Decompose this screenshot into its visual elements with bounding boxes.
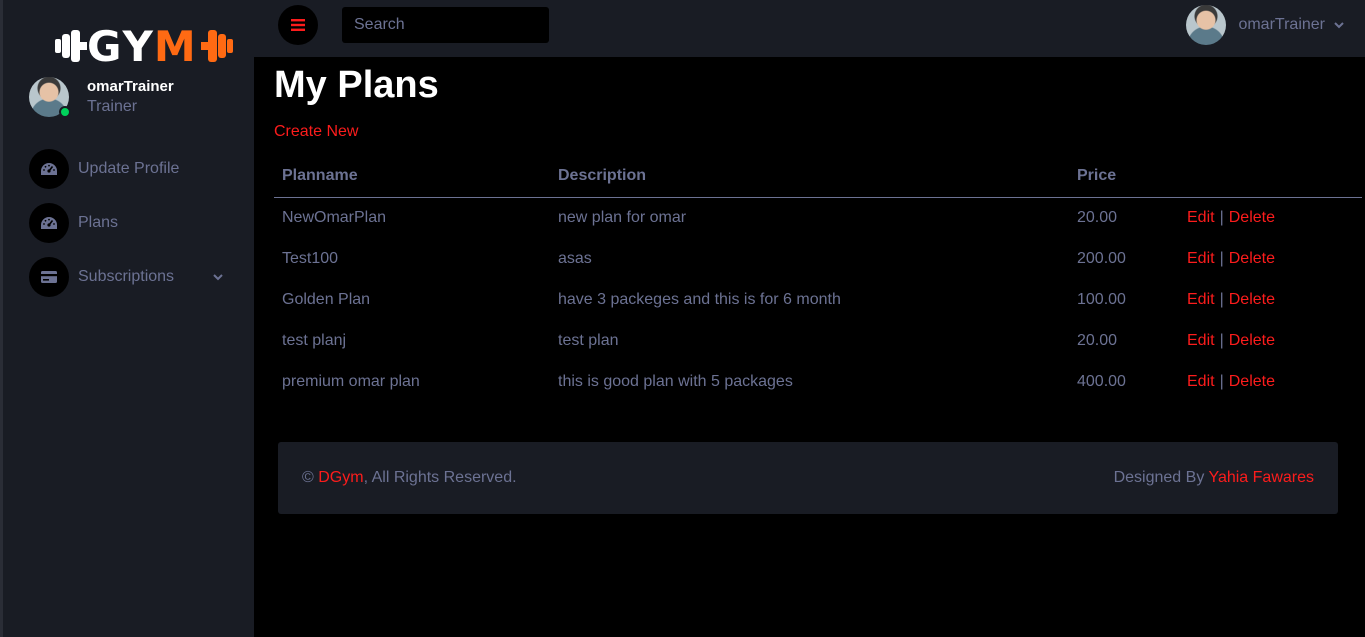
plan-description-cell: test plan (558, 331, 619, 349)
table-row: Golden Plan have 3 packeges and this is … (274, 279, 1362, 320)
delete-link[interactable]: Delete (1229, 373, 1275, 390)
sidebar: GYM omarTrainer Trainer Update Profile P… (0, 0, 254, 637)
copyright-symbol: © (302, 469, 314, 486)
column-header-actions (1179, 165, 1362, 198)
table-header-row: Planname Description Price (274, 165, 1362, 198)
plan-price-cell: 20.00 (1077, 208, 1118, 226)
plan-actions-cell: Edit | Delete (1179, 320, 1362, 361)
action-separator: | (1219, 249, 1224, 267)
chevron-down-icon (1334, 22, 1344, 29)
plan-name-cell: NewOmarPlan (282, 208, 387, 226)
action-separator: | (1219, 208, 1224, 226)
delete-link[interactable]: Delete (1229, 250, 1275, 267)
column-header-description: Description (550, 165, 1069, 198)
profile-name: omarTrainer (87, 78, 174, 95)
plan-name-cell: test planj (282, 331, 347, 349)
delete-link[interactable]: Delete (1229, 209, 1275, 226)
plan-price-cell: 200.00 (1077, 249, 1126, 267)
edit-link[interactable]: Edit (1187, 250, 1215, 267)
footer-designed-by-text: Designed By (1113, 469, 1205, 486)
sidebar-item-subscriptions[interactable]: Subscriptions (29, 256, 239, 298)
table-row: test planj test plan 20.00 Edit | Delete (274, 320, 1362, 361)
delete-link[interactable]: Delete (1229, 291, 1275, 308)
sidebar-item-plans[interactable]: Plans (29, 202, 239, 244)
plan-actions-cell: Edit | Delete (1179, 279, 1362, 320)
plan-name-cell: Golden Plan (282, 290, 371, 308)
credit-card-icon (29, 257, 69, 297)
plan-actions-cell: Edit | Delete (1179, 197, 1362, 238)
top-navbar: omarTrainer (254, 0, 1365, 57)
plans-table: Planname Description Price NewOmarPlan n… (274, 165, 1362, 402)
profile-role: Trainer (87, 98, 138, 115)
column-header-price: Price (1069, 165, 1179, 198)
avatar (1186, 5, 1227, 45)
sidebar-nav: Update Profile Plans Subscriptions (29, 148, 239, 310)
sidebar-item-label: Subscriptions (78, 268, 175, 285)
plan-price-cell: 400.00 (1077, 372, 1126, 390)
plan-price-cell: 20.00 (1077, 331, 1118, 349)
page-title: My Plans (274, 64, 439, 106)
edit-link[interactable]: Edit (1187, 373, 1215, 390)
delete-link[interactable]: Delete (1229, 332, 1275, 349)
column-header-planname: Planname (274, 165, 550, 198)
sidebar-item-label: Plans (78, 214, 119, 231)
plan-description-cell: this is good plan with 5 packages (558, 372, 793, 390)
speedometer-icon (29, 149, 69, 189)
menu-toggle-button[interactable] (278, 5, 318, 45)
online-status-dot (59, 106, 71, 118)
plan-name-cell: premium omar plan (282, 372, 420, 390)
table-row: premium omar plan this is good plan with… (274, 361, 1362, 402)
action-separator: | (1219, 290, 1224, 308)
search-input[interactable] (342, 7, 549, 43)
table-row: Test100 asas 200.00 Edit | Delete (274, 238, 1362, 279)
page-footer: © DGym, All Rights Reserved. Designed By… (278, 442, 1338, 514)
sidebar-item-update-profile[interactable]: Update Profile (29, 148, 239, 190)
action-separator: | (1219, 331, 1224, 349)
plan-actions-cell: Edit | Delete (1179, 361, 1362, 402)
brand-logo[interactable]: GYM (53, 24, 235, 70)
footer-copyright: © DGym, All Rights Reserved. (302, 469, 517, 487)
sidebar-item-label: Update Profile (78, 160, 180, 177)
footer-rights-text: , All Rights Reserved. (363, 469, 517, 486)
edit-link[interactable]: Edit (1187, 209, 1215, 226)
logo-text-g: G (87, 22, 123, 71)
plan-price-cell: 100.00 (1077, 290, 1126, 308)
chevron-down-icon[interactable] (211, 270, 225, 284)
table-row: NewOmarPlan new plan for omar 20.00 Edit… (274, 197, 1362, 238)
sidebar-avatar-wrap (29, 77, 71, 119)
logo-text-y: Y (122, 22, 154, 71)
footer-designer-link[interactable]: Yahia Fawares (1208, 469, 1314, 486)
plan-description-cell: new plan for omar (558, 208, 687, 226)
plan-description-cell: asas (558, 249, 592, 267)
plan-actions-cell: Edit | Delete (1179, 238, 1362, 279)
user-menu-dropdown[interactable]: omarTrainer (1186, 4, 1345, 46)
logo-text-m: M (153, 22, 197, 71)
plan-name-cell: Test100 (282, 249, 339, 267)
footer-brand-link[interactable]: DGym (318, 469, 363, 486)
hamburger-icon (291, 19, 305, 31)
footer-credits: Designed By Yahia Fawares (1114, 469, 1314, 487)
plan-description-cell: have 3 packeges and this is for 6 month (558, 290, 841, 308)
edit-link[interactable]: Edit (1187, 291, 1215, 308)
edit-link[interactable]: Edit (1187, 332, 1215, 349)
main-content: My Plans Create New Planname Description… (274, 57, 1362, 402)
sidebar-profile[interactable]: omarTrainer Trainer (29, 76, 249, 120)
action-separator: | (1219, 372, 1224, 390)
create-new-link[interactable]: Create New (274, 123, 358, 141)
speedometer-icon (29, 203, 69, 243)
user-menu-name: omarTrainer (1238, 16, 1325, 33)
